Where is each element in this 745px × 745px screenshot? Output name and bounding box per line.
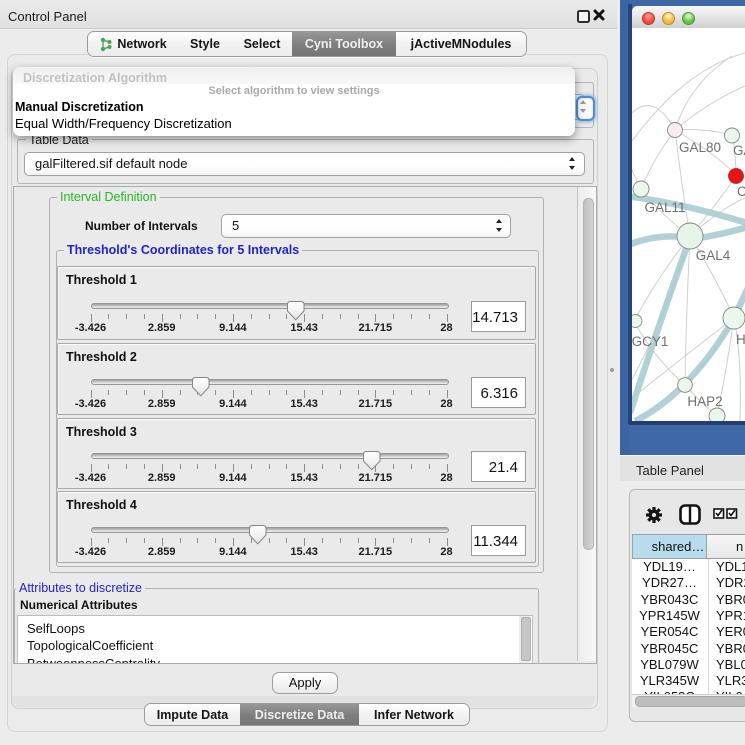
svg-text:GAL4: GAL4 bbox=[696, 248, 731, 263]
svg-text:GAL80: GAL80 bbox=[679, 140, 721, 155]
svg-text:HAP2: HAP2 bbox=[687, 394, 722, 409]
svg-text:HIS: HIS bbox=[736, 332, 745, 347]
svg-text:GAL2: GAL2 bbox=[733, 143, 745, 158]
svg-text:GCY1: GCY1 bbox=[632, 334, 668, 349]
svg-text:CA: CA bbox=[737, 184, 745, 199]
svg-text:GAL11: GAL11 bbox=[644, 200, 685, 215]
